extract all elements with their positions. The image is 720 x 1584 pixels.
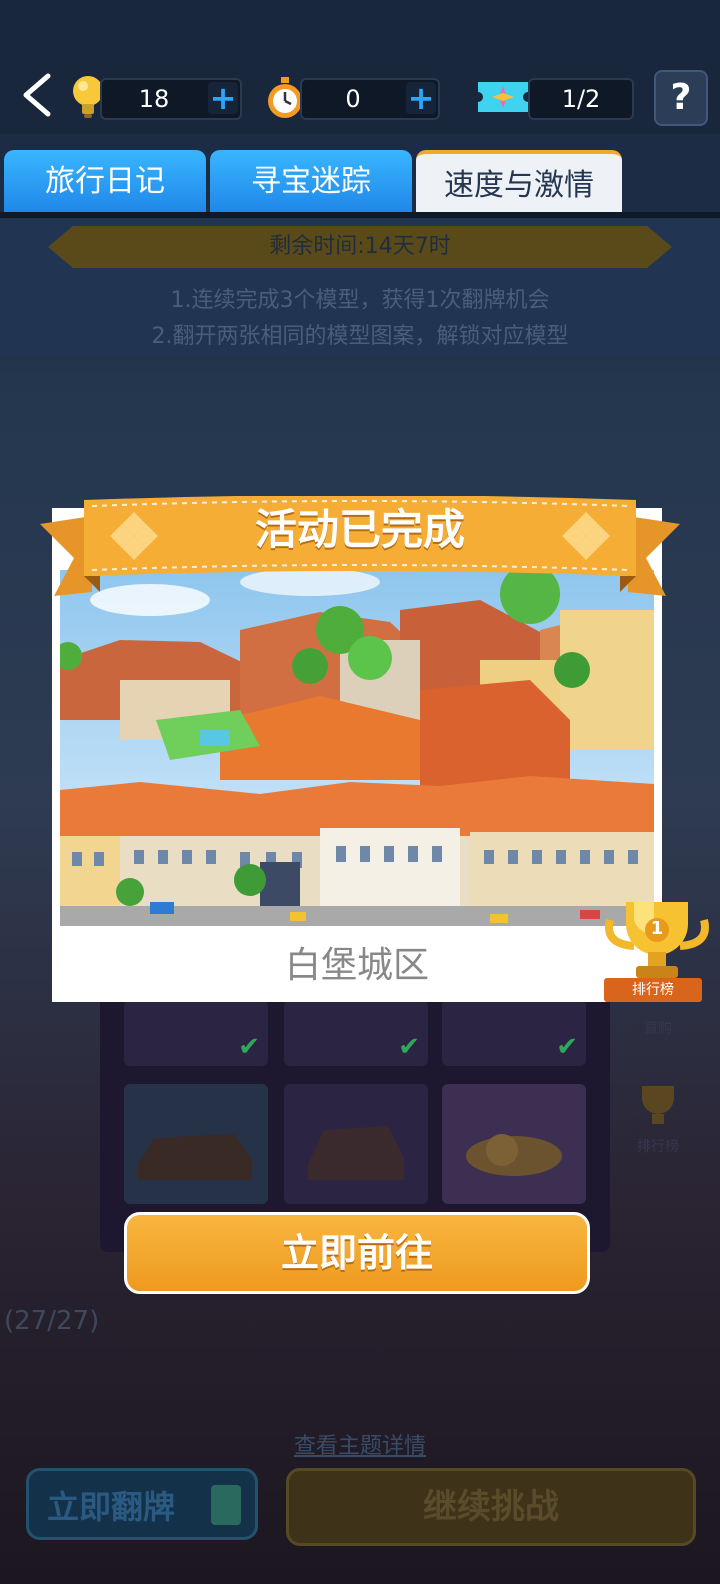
check-icon: ✔ bbox=[398, 1032, 420, 1062]
rule-1: 1.连续完成3个模型，获得1次翻牌机会 bbox=[170, 288, 550, 313]
add-bulb-button[interactable]: + bbox=[208, 82, 238, 114]
ticket-count: 1/2 bbox=[561, 85, 601, 113]
side-rank-label: 排行榜 bbox=[637, 1139, 679, 1155]
bulb-count: 18 bbox=[138, 85, 170, 113]
go-now-button[interactable]: 立即前往 bbox=[124, 1212, 590, 1294]
model-card: ✔ bbox=[442, 1000, 586, 1066]
model-card: ✔ bbox=[124, 1000, 268, 1066]
progress-count: (27/27) bbox=[4, 1306, 100, 1336]
tab-speed-passion[interactable]: 速度与激情 bbox=[416, 150, 622, 214]
side-rank-button[interactable]: 排行榜 bbox=[614, 1082, 702, 1162]
side-buy-button[interactable]: 直购 bbox=[614, 1000, 702, 1040]
timer-count: 0 bbox=[345, 85, 361, 113]
ticket-counter: 1/2 bbox=[528, 78, 634, 120]
timer-counter: 0 + bbox=[300, 78, 440, 120]
help-button[interactable]: ? bbox=[654, 70, 708, 126]
district-image bbox=[60, 570, 654, 926]
add-timer-button[interactable]: + bbox=[406, 82, 436, 114]
flip-card-label: 立即翻牌 bbox=[47, 1488, 176, 1526]
hourglass-icon bbox=[211, 1485, 241, 1525]
model-card bbox=[124, 1084, 268, 1204]
side-trophy-icon bbox=[642, 1086, 674, 1124]
ticket-icon bbox=[476, 80, 530, 114]
tab-travel-diary[interactable]: 旅行日记 bbox=[4, 150, 206, 214]
district-name: 白堡城区 bbox=[284, 945, 429, 986]
banner-title: 活动已完成 bbox=[254, 505, 465, 554]
leaderboard-label[interactable]: 排行榜 bbox=[604, 978, 702, 1002]
check-icon: ✔ bbox=[556, 1032, 578, 1062]
tab-treasure-hunt[interactable]: 寻宝迷踪 bbox=[210, 150, 412, 214]
trophy-rank: 1 bbox=[650, 918, 664, 939]
back-icon[interactable] bbox=[18, 70, 66, 120]
bulb-counter: 18 + bbox=[100, 78, 242, 120]
check-icon: ✔ bbox=[238, 1032, 260, 1062]
continue-challenge-button[interactable]: 继续挑战 bbox=[286, 1468, 696, 1546]
theme-details-link[interactable]: 查看主题详情 bbox=[0, 1428, 720, 1460]
side-buy-label: 直购 bbox=[644, 1021, 672, 1037]
remaining-time: 剩余时间:14天7时 bbox=[48, 226, 672, 268]
rule-2: 2.翻开两张相同的模型图案，解锁对应模型 bbox=[151, 324, 569, 349]
flip-card-button[interactable]: 立即翻牌 bbox=[26, 1468, 258, 1540]
model-card: ✔ bbox=[284, 1000, 428, 1066]
model-card bbox=[284, 1084, 428, 1204]
coins-card bbox=[442, 1084, 586, 1204]
